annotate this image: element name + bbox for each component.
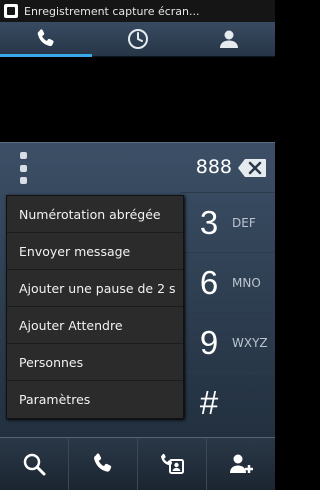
call-button[interactable] xyxy=(69,438,138,490)
phone-icon xyxy=(37,29,54,47)
menu-dot-icon xyxy=(19,177,27,184)
tab-call-log[interactable] xyxy=(92,22,184,56)
menu-item-add-wait[interactable]: Ajouter Attendre xyxy=(7,307,183,344)
tab-contacts[interactable] xyxy=(183,22,275,56)
overflow-menu: Numérotation abrégée Envoyer message Ajo… xyxy=(6,195,184,419)
key-6[interactable]: 6 MNO xyxy=(180,252,275,313)
number-area xyxy=(0,57,275,142)
key-3[interactable]: 3 DEF xyxy=(180,192,275,253)
contact-icon xyxy=(220,30,239,48)
status-notification-text: Enregistrement capture écran... xyxy=(24,4,200,18)
menu-item-send-message[interactable]: Envoyer message xyxy=(7,233,183,270)
menu-dot-icon xyxy=(19,152,27,159)
video-call-button[interactable] xyxy=(138,438,207,490)
clock-icon xyxy=(127,29,148,49)
dialed-number: 888 xyxy=(195,156,232,178)
key-digit: 3 xyxy=(199,204,219,241)
call-icon xyxy=(94,453,112,472)
menu-item-add-pause[interactable]: Ajouter une pause de 2 s xyxy=(7,270,183,307)
bottom-action-bar xyxy=(0,437,275,490)
video-call-icon xyxy=(161,453,184,474)
menu-dot-icon xyxy=(19,164,27,172)
screenshot-notification-icon xyxy=(4,4,18,18)
overflow-menu-button[interactable] xyxy=(16,152,30,184)
key-letters: MNO xyxy=(232,276,261,290)
add-contact-icon xyxy=(230,454,253,473)
key-letters: DEF xyxy=(232,216,256,230)
menu-item-settings[interactable]: Paramètres xyxy=(7,381,183,418)
backspace-button[interactable] xyxy=(237,158,267,178)
key-digit: 6 xyxy=(199,264,219,301)
backspace-icon xyxy=(238,159,266,177)
add-contact-button[interactable] xyxy=(207,438,275,490)
search-button[interactable] xyxy=(0,438,69,490)
menu-item-people[interactable]: Personnes xyxy=(7,344,183,381)
menu-item-speed-dial[interactable]: Numérotation abrégée xyxy=(7,196,183,233)
key-hash[interactable]: # xyxy=(180,372,275,433)
tab-phone[interactable] xyxy=(0,22,92,57)
key-digit: # xyxy=(199,384,219,421)
key-digit: 9 xyxy=(199,324,219,361)
status-bar: Enregistrement capture écran... xyxy=(0,0,275,22)
search-icon xyxy=(23,453,46,476)
keypad: 3 DEF 6 MNO 9 WXYZ # xyxy=(180,192,275,434)
tab-bar xyxy=(0,22,275,57)
key-letters: WXYZ xyxy=(232,336,268,350)
key-9[interactable]: 9 WXYZ xyxy=(180,312,275,373)
